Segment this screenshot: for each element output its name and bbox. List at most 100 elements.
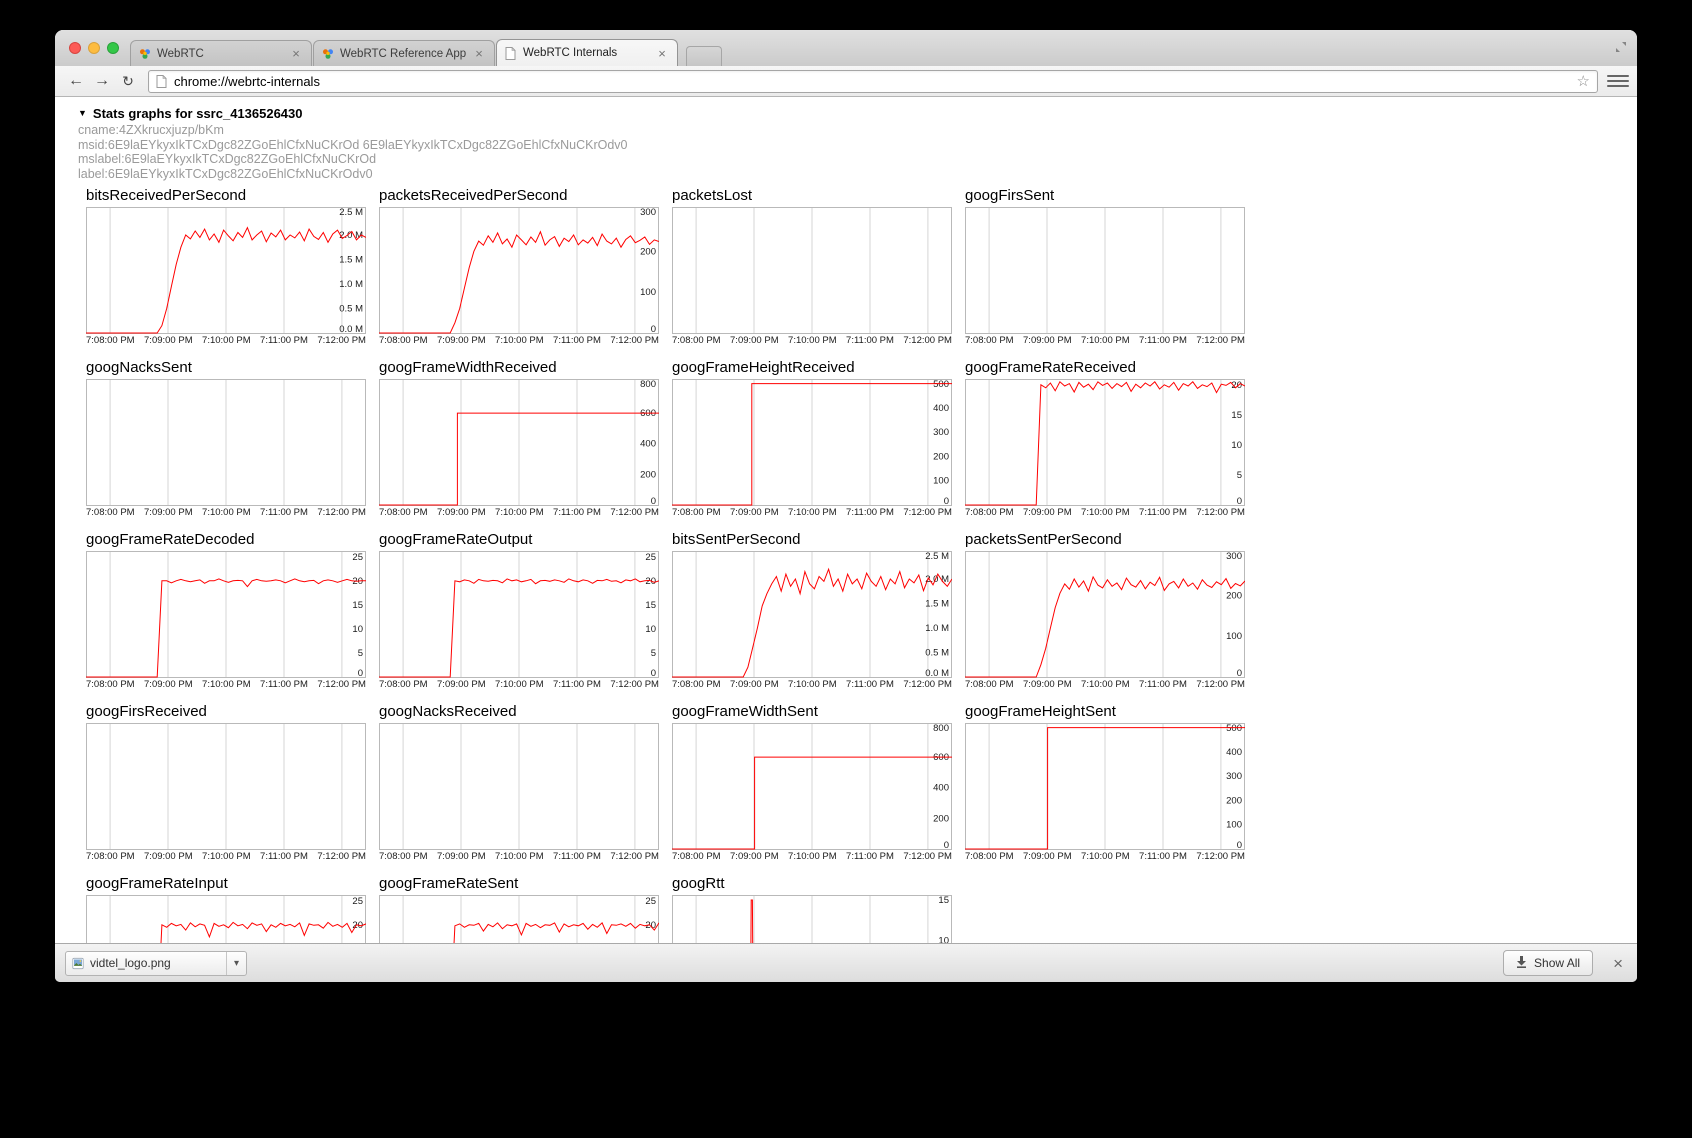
download-caret-icon[interactable]: ▾ (226, 952, 246, 975)
new-tab-button[interactable] (686, 46, 722, 66)
chart-title: bitsReceivedPerSecond (86, 187, 379, 207)
address-bar[interactable]: chrome://webrtc-internals ☆ (148, 70, 1598, 93)
svg-text:15: 15 (938, 895, 949, 906)
tab-close-icon[interactable]: × (655, 47, 669, 60)
svg-text:15: 15 (352, 600, 363, 611)
chart-plot: 05101520 (965, 379, 1245, 506)
stats-section-header[interactable]: ▼ Stats graphs for ssrc_4136526430 (78, 105, 1637, 121)
chart-plot: 0.0 M0.5 M1.0 M1.5 M2.0 M2.5 M (672, 551, 952, 678)
chart-googFrameRateOutput: googFrameRateOutput05101520257:08:00 PM7… (379, 531, 672, 690)
svg-text:300: 300 (1226, 551, 1242, 562)
page-icon (156, 75, 168, 88)
svg-text:300: 300 (640, 207, 656, 218)
chart-googNacksReceived: googNacksReceived 7:08:00 PM7:09:00 PM7:1… (379, 703, 672, 862)
svg-text:1.0 M: 1.0 M (339, 279, 363, 290)
reload-button[interactable]: ↻ (115, 70, 141, 92)
chart-x-axis-labels: 7:08:00 PM7:09:00 PM7:10:00 PM7:11:00 PM… (965, 507, 1245, 518)
minimize-window-button[interactable] (88, 42, 100, 54)
zoom-window-button[interactable] (107, 42, 119, 54)
download-item[interactable]: vidtel_logo.png ▾ (65, 951, 247, 976)
forward-button[interactable]: → (89, 70, 115, 92)
chart-title: googNacksReceived (379, 703, 672, 723)
chart-googFrameHeightReceived: googFrameHeightReceived01002003004005007… (672, 359, 965, 518)
webrtc-favicon (139, 47, 151, 60)
svg-text:0: 0 (358, 668, 363, 678)
chart-title: googFrameRateReceived (965, 359, 1258, 379)
url-text[interactable]: chrome://webrtc-internals (174, 74, 1571, 89)
svg-text:0: 0 (651, 324, 656, 334)
svg-text:0: 0 (651, 496, 656, 506)
tab-webrtc[interactable]: WebRTC× (130, 40, 312, 66)
tab-close-icon[interactable]: × (472, 47, 486, 60)
chart-x-axis-labels: 7:08:00 PM7:09:00 PM7:10:00 PM7:11:00 PM… (965, 679, 1245, 690)
svg-text:10: 10 (352, 624, 363, 635)
close-downloads-bar-icon[interactable]: × (1609, 955, 1627, 972)
back-button[interactable]: ← (63, 70, 89, 92)
svg-text:100: 100 (1226, 820, 1242, 831)
chart-title: packetsSentPerSecond (965, 531, 1258, 551)
svg-text:1.5 M: 1.5 M (339, 255, 363, 266)
svg-text:0: 0 (944, 840, 949, 850)
titlebar[interactable]: WebRTC×WebRTC Reference App×WebRTC Inter… (55, 30, 1637, 66)
chart-title: packetsLost (672, 187, 965, 207)
svg-text:0.5 M: 0.5 M (925, 648, 949, 659)
svg-text:400: 400 (933, 783, 949, 794)
chart-title: packetsReceivedPerSecond (379, 187, 672, 207)
svg-text:0: 0 (1237, 668, 1242, 678)
chart-title: googFrameRateInput (86, 875, 379, 895)
chart-plot: 051015 (672, 895, 952, 943)
svg-text:500: 500 (933, 379, 949, 390)
stream-metadata: cname:4ZXkrucxjuzp/bKm msid:6E9laEYkyxIk… (78, 123, 1637, 181)
chart-plot: 0200400600800 (672, 723, 952, 850)
svg-text:15: 15 (1231, 410, 1242, 421)
close-window-button[interactable] (69, 42, 81, 54)
chart-title: bitsSentPerSecond (672, 531, 965, 551)
collapse-toggle-icon[interactable]: ▼ (78, 108, 87, 118)
chart-googFrameHeightSent: googFrameHeightSent01002003004005007:08:… (965, 703, 1258, 862)
chart-plot: 0100200300 (965, 551, 1245, 678)
chart-x-axis-labels: 7:08:00 PM7:09:00 PM7:10:00 PM7:11:00 PM… (965, 335, 1245, 346)
svg-text:0: 0 (1237, 840, 1242, 850)
svg-text:100: 100 (1226, 631, 1242, 642)
chart-plot (86, 723, 366, 850)
chart-googNacksSent: googNacksSent7:08:00 PM7:09:00 PM7:10:00… (86, 359, 379, 518)
tab-strip: WebRTC×WebRTC Reference App×WebRTC Inter… (130, 39, 679, 66)
chart-title: googFirsSent (965, 187, 1258, 207)
chart-googFirsSent: googFirsSent 7:08:00 PM7:09:00 PM7:10:00 … (965, 187, 1258, 346)
menu-icon[interactable] (1607, 72, 1629, 90)
svg-text:2.5 M: 2.5 M (925, 551, 949, 562)
meta-msid: msid:6E9laEYkyxIkTCxDgc82ZGoEhlCfxNuCKrO… (78, 138, 1637, 153)
tab-webrtc-reference-app[interactable]: WebRTC Reference App× (313, 40, 495, 66)
svg-text:10: 10 (645, 624, 656, 635)
chart-packetsSentPerSecond: packetsSentPerSecond01002003007:08:00 PM… (965, 531, 1258, 690)
svg-text:1.0 M: 1.0 M (925, 623, 949, 634)
chart-title: googFrameHeightReceived (672, 359, 965, 379)
download-arrow-icon (1516, 956, 1527, 971)
svg-text:0.5 M: 0.5 M (339, 304, 363, 315)
svg-text:800: 800 (640, 379, 656, 390)
chart-bitsSentPerSecond: bitsSentPerSecond0.0 M0.5 M1.0 M1.5 M2.0… (672, 531, 965, 690)
chart-plot: 0510152025 (86, 551, 366, 678)
svg-text:200: 200 (640, 246, 656, 257)
svg-text:600: 600 (640, 408, 656, 419)
chart-googFrameRateReceived: googFrameRateReceived051015207:08:00 PM7… (965, 359, 1258, 518)
tab-webrtc-internals[interactable]: WebRTC Internals× (496, 39, 678, 66)
svg-text:400: 400 (640, 439, 656, 450)
chart-x-axis-labels: 7:08:00 PM7:09:00 PM7:10:00 PM7:11:00 PM… (379, 507, 659, 518)
chart-plot: 0.0 M0.5 M1.0 M1.5 M2.0 M2.5 M (86, 207, 366, 334)
meta-cname: cname:4ZXkrucxjuzp/bKm (78, 123, 1637, 138)
chart-plot: 0100200300 (379, 207, 659, 334)
chart-plot: 0200400600800 (379, 379, 659, 506)
tab-close-icon[interactable]: × (289, 47, 303, 60)
stats-charts-grid: bitsReceivedPerSecond 0.0 M 0.5 M 1.0 M 1.5 … (86, 187, 1637, 943)
bookmark-star-icon[interactable]: ☆ (1577, 74, 1590, 89)
fullscreen-icon[interactable] (1615, 40, 1627, 58)
chart-googFirsReceived: googFirsReceived7:08:00 PM7:09:00 PM7:10… (86, 703, 379, 862)
svg-text:0.0 M: 0.0 M (339, 324, 363, 334)
chart-title: googFrameWidthReceived (379, 359, 672, 379)
svg-text:0: 0 (1237, 496, 1242, 506)
chart-plot: 0510152025 (379, 551, 659, 678)
chart-x-axis-labels: 7:08:00 PM7:09:00 PM7:10:00 PM7:11:00 PM… (379, 851, 659, 862)
show-all-downloads-button[interactable]: Show All (1503, 950, 1593, 976)
show-all-label: Show All (1534, 956, 1580, 970)
